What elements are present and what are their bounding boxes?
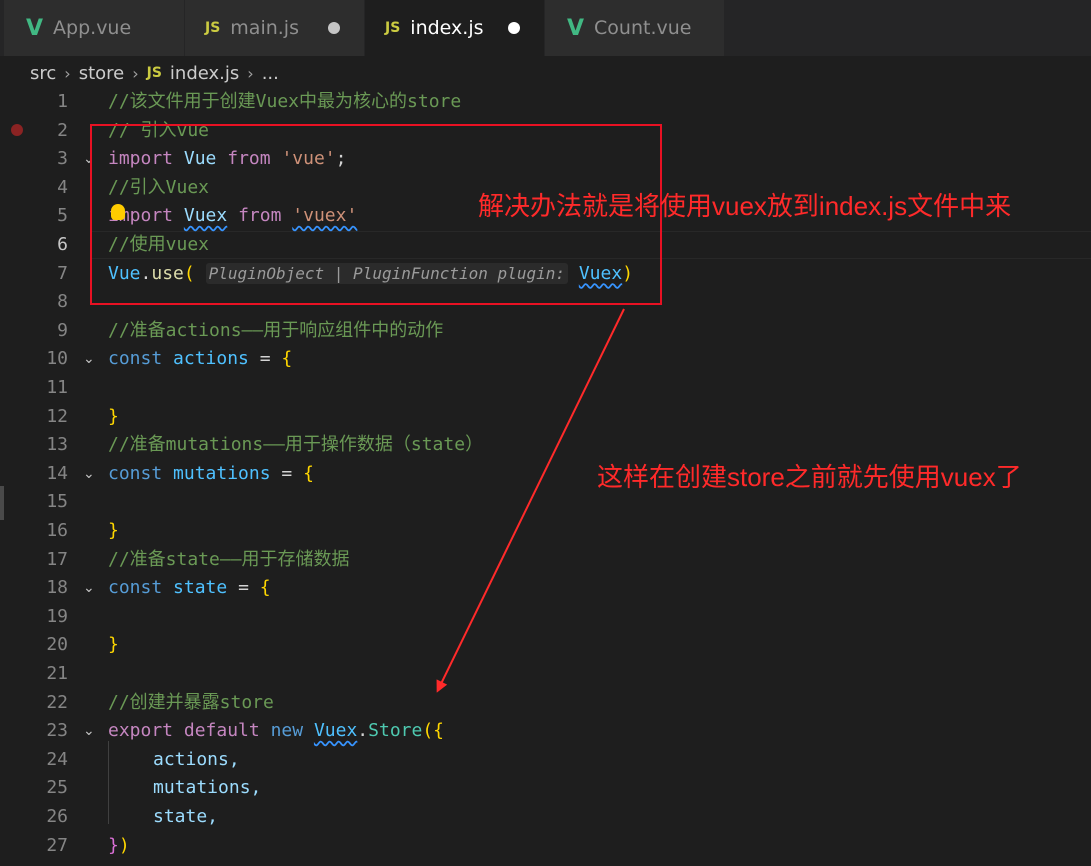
arrow-line: [436, 308, 625, 693]
annotation-arrow: [436, 308, 625, 693]
